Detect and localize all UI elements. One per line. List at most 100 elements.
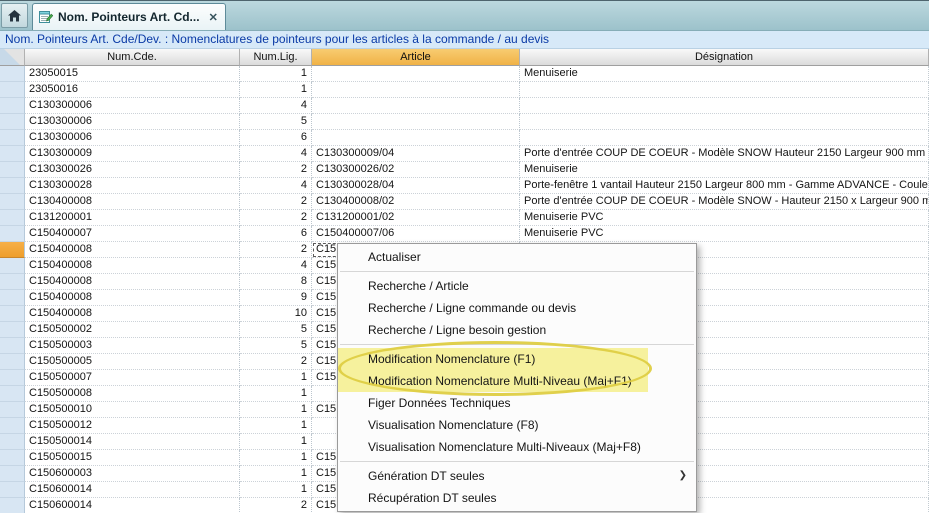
table-row[interactable]: C1303000262C130300026/02Menuiserie <box>0 162 929 178</box>
menu-item[interactable]: Modification Nomenclature (F1) <box>338 348 696 370</box>
cell-article[interactable] <box>312 98 520 114</box>
table-row[interactable]: C1303000064 <box>0 98 929 114</box>
cell-num-lig[interactable]: 2 <box>240 354 312 370</box>
cell-num-cde[interactable]: C150500003 <box>25 338 240 354</box>
row-selector[interactable] <box>0 82 25 98</box>
menu-item[interactable]: Actualiser <box>338 246 696 268</box>
row-selector[interactable] <box>0 178 25 194</box>
cell-num-cde[interactable]: C130300006 <box>25 130 240 146</box>
cell-num-lig[interactable]: 1 <box>240 434 312 450</box>
row-selector[interactable] <box>0 114 25 130</box>
row-selector[interactable] <box>0 306 25 322</box>
cell-num-lig[interactable]: 2 <box>240 210 312 226</box>
menu-item[interactable]: Génération DT seules❯ <box>338 465 696 487</box>
cell-designation[interactable] <box>520 98 929 114</box>
cell-num-cde[interactable]: C130300009 <box>25 146 240 162</box>
table-row[interactable]: C1303000065 <box>0 114 929 130</box>
cell-num-cde[interactable]: C150400008 <box>25 258 240 274</box>
table-row[interactable]: C1504000076C150400007/06Menuiserie PVC <box>0 226 929 242</box>
cell-designation[interactable] <box>520 82 929 98</box>
cell-num-lig[interactable]: 1 <box>240 466 312 482</box>
cell-num-lig[interactable]: 1 <box>240 370 312 386</box>
cell-num-cde[interactable]: C150600014 <box>25 498 240 513</box>
grid-corner-cell[interactable] <box>0 49 25 66</box>
column-header-designation[interactable]: Désignation <box>520 49 929 66</box>
menu-item[interactable]: Visualisation Nomenclature Multi-Niveaux… <box>338 436 696 458</box>
row-selector[interactable] <box>0 258 25 274</box>
cell-article[interactable]: C130300009/04 <box>312 146 520 162</box>
row-selector[interactable] <box>0 210 25 226</box>
row-selector[interactable] <box>0 146 25 162</box>
column-header-article[interactable]: Article <box>312 49 520 66</box>
cell-article[interactable] <box>312 82 520 98</box>
row-selector[interactable] <box>0 194 25 210</box>
cell-num-cde[interactable]: C150500010 <box>25 402 240 418</box>
row-selector[interactable] <box>0 354 25 370</box>
cell-num-cde[interactable]: C130300006 <box>25 114 240 130</box>
cell-num-cde[interactable]: 23050015 <box>25 66 240 82</box>
cell-num-cde[interactable]: C130300006 <box>25 98 240 114</box>
cell-num-lig[interactable]: 2 <box>240 162 312 178</box>
row-selector[interactable] <box>0 434 25 450</box>
cell-num-cde[interactable]: C150600003 <box>25 466 240 482</box>
cell-num-lig[interactable]: 9 <box>240 290 312 306</box>
row-selector[interactable] <box>0 130 25 146</box>
cell-num-lig[interactable]: 6 <box>240 130 312 146</box>
table-row[interactable]: C1304000082C130400008/02Porte d'entrée C… <box>0 194 929 210</box>
cell-num-cde[interactable]: C150500015 <box>25 450 240 466</box>
cell-num-lig[interactable]: 4 <box>240 178 312 194</box>
cell-num-lig[interactable]: 4 <box>240 258 312 274</box>
row-selector[interactable] <box>0 274 25 290</box>
menu-item[interactable]: Modification Nomenclature Multi-Niveau (… <box>338 370 696 392</box>
cell-num-lig[interactable]: 1 <box>240 402 312 418</box>
cell-num-cde[interactable]: C130300028 <box>25 178 240 194</box>
row-selector[interactable] <box>0 466 25 482</box>
cell-num-lig[interactable]: 2 <box>240 498 312 513</box>
cell-num-lig[interactable]: 1 <box>240 82 312 98</box>
cell-designation[interactable]: Menuiserie <box>520 66 929 82</box>
row-selector[interactable] <box>0 498 25 513</box>
row-selector[interactable] <box>0 290 25 306</box>
cell-num-cde[interactable]: C150400007 <box>25 226 240 242</box>
cell-article[interactable]: C130300028/04 <box>312 178 520 194</box>
row-selector[interactable] <box>0 402 25 418</box>
cell-designation[interactable] <box>520 130 929 146</box>
row-selector[interactable] <box>0 226 25 242</box>
row-selector[interactable] <box>0 482 25 498</box>
cell-designation[interactable]: Menuiserie <box>520 162 929 178</box>
menu-item[interactable]: Récupération DT seules <box>338 487 696 509</box>
cell-num-cde[interactable]: C150500005 <box>25 354 240 370</box>
table-row[interactable]: C1303000094C130300009/04Porte d'entrée C… <box>0 146 929 162</box>
row-selector[interactable] <box>0 450 25 466</box>
table-row[interactable]: 230500151 Menuiserie <box>0 66 929 82</box>
cell-designation[interactable]: Porte d'entrée COUP DE COEUR - Modèle SN… <box>520 146 929 162</box>
row-selector[interactable] <box>0 322 25 338</box>
cell-num-cde[interactable]: C131200001 <box>25 210 240 226</box>
menu-item[interactable]: Recherche / Article <box>338 275 696 297</box>
cell-num-lig[interactable]: 8 <box>240 274 312 290</box>
cell-article[interactable] <box>312 66 520 82</box>
cell-num-lig[interactable]: 4 <box>240 146 312 162</box>
cell-num-cde[interactable]: C150500012 <box>25 418 240 434</box>
cell-num-cde[interactable]: C150400008 <box>25 242 240 258</box>
row-selector[interactable] <box>0 162 25 178</box>
cell-num-lig[interactable]: 5 <box>240 338 312 354</box>
cell-num-cde[interactable]: C150500002 <box>25 322 240 338</box>
cell-num-lig[interactable]: 2 <box>240 194 312 210</box>
cell-num-lig[interactable]: 6 <box>240 226 312 242</box>
column-header-num-cde[interactable]: Num.Cde. <box>25 49 240 66</box>
cell-num-lig[interactable]: 10 <box>240 306 312 322</box>
row-selector[interactable] <box>0 98 25 114</box>
menu-item[interactable]: Visualisation Nomenclature (F8) <box>338 414 696 436</box>
cell-num-cde[interactable]: C150500008 <box>25 386 240 402</box>
row-selector[interactable] <box>0 66 25 82</box>
cell-num-lig[interactable]: 1 <box>240 66 312 82</box>
table-row[interactable]: C1303000066 <box>0 130 929 146</box>
cell-article[interactable]: C130300026/02 <box>312 162 520 178</box>
cell-designation[interactable]: Menuiserie PVC <box>520 210 929 226</box>
menu-item[interactable]: Figer Données Techniques <box>338 392 696 414</box>
cell-num-lig[interactable]: 5 <box>240 322 312 338</box>
cell-article[interactable] <box>312 114 520 130</box>
menu-item[interactable]: Recherche / Ligne commande ou devis <box>338 297 696 319</box>
cell-num-cde[interactable]: C150600014 <box>25 482 240 498</box>
